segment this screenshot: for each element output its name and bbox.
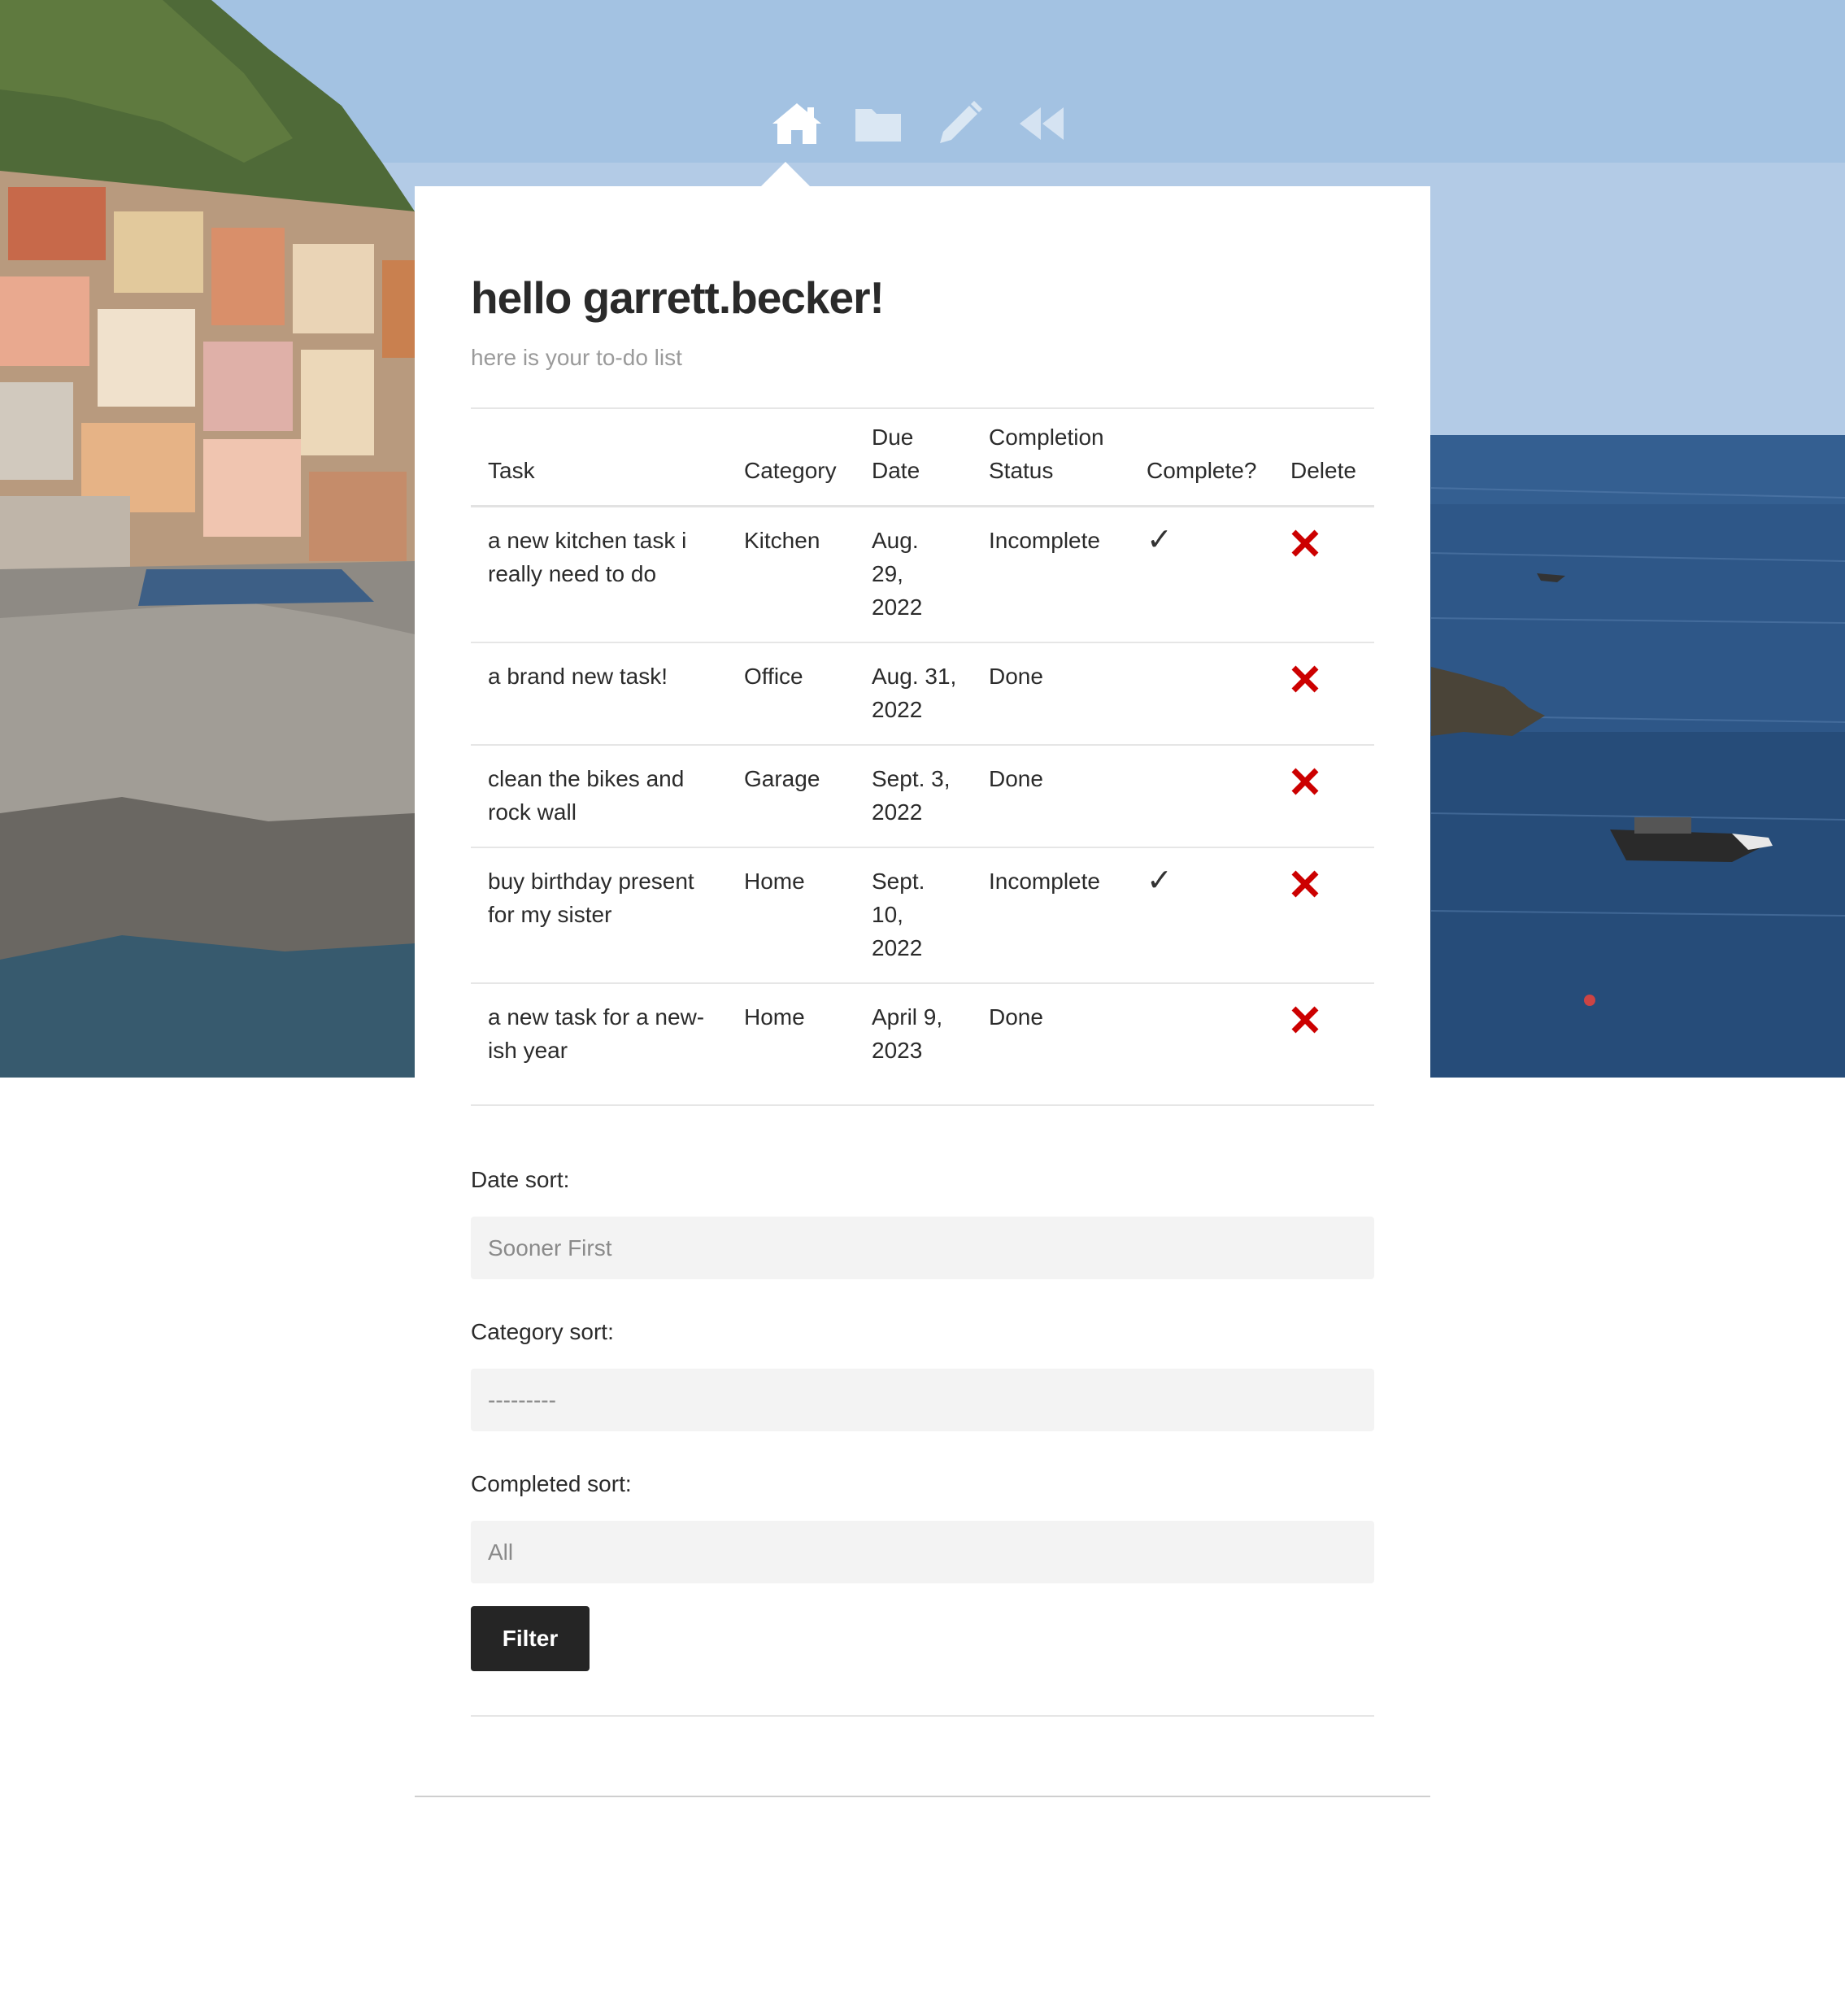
task-cell: a new kitchen task i really need to do — [471, 506, 727, 643]
sort-form: Date sort: Sooner First Category sort: -… — [471, 1166, 1374, 1671]
category-cell: Kitchen — [727, 506, 855, 643]
column-header-complete: Complete? — [1129, 409, 1273, 507]
table-row: buy birthday present for my sister Home … — [471, 847, 1374, 984]
filter-button[interactable]: Filter — [471, 1606, 590, 1671]
checkmark-icon[interactable]: ✓ — [1147, 864, 1173, 898]
column-header-task: Task — [471, 409, 727, 507]
complete-cell — [1129, 983, 1273, 1104]
complete-cell: ✓ — [1129, 847, 1273, 984]
divider — [471, 1104, 1374, 1106]
rewind-icon — [1020, 107, 1064, 140]
due-date-cell: Aug. 29, 2022 — [855, 506, 972, 643]
table-row: a new kitchen task i really need to do K… — [471, 506, 1374, 643]
table-header-row: Task Category Due Date Completion Status… — [471, 409, 1374, 507]
completed-sort-label: Completed sort: — [471, 1471, 632, 1496]
status-cell: Incomplete — [972, 847, 1129, 984]
column-header-completion-status: Completion Status — [972, 409, 1129, 507]
home-icon — [772, 103, 821, 144]
status-cell: Done — [972, 642, 1129, 746]
todo-table: Task Category Due Date Completion Status… — [471, 409, 1374, 1104]
category-cell: Garage — [727, 745, 855, 848]
delete-x-icon[interactable] — [1290, 529, 1320, 558]
delete-cell — [1273, 642, 1374, 746]
task-cell: a new task for a new-ish year — [488, 1004, 705, 1063]
delete-x-icon[interactable] — [1290, 767, 1320, 796]
delete-cell — [1273, 745, 1374, 848]
nav-home[interactable] — [756, 91, 838, 156]
complete-cell: ✓ — [1129, 506, 1273, 643]
category-cell: Home — [727, 847, 855, 984]
delete-cell — [1273, 983, 1374, 1104]
delete-cell — [1273, 506, 1374, 643]
table-row: a new task for a new-ish year Home April… — [471, 983, 1374, 1104]
folder-icon — [855, 109, 901, 142]
column-header-category: Category — [727, 409, 855, 507]
complete-cell — [1129, 642, 1273, 746]
delete-x-icon[interactable] — [1290, 869, 1320, 899]
status-cell: Incomplete — [972, 506, 1129, 643]
delete-cell — [1273, 847, 1374, 984]
pencil-icon — [940, 101, 982, 143]
page-subtitle: here is your to-do list — [471, 345, 682, 370]
page-title: hello garrett.becker! — [471, 272, 885, 323]
delete-x-icon[interactable] — [1290, 664, 1320, 694]
due-date-cell: Sept. 10, 2022 — [855, 847, 972, 984]
category-cell: Office — [727, 642, 855, 746]
status-cell: Done — [989, 1004, 1043, 1030]
category-sort-label: Category sort: — [471, 1319, 614, 1344]
checkmark-icon[interactable]: ✓ — [1147, 524, 1173, 557]
table-row: a brand new task! Office Aug. 31, 2022 D… — [471, 642, 1374, 746]
delete-x-icon[interactable] — [1290, 1005, 1320, 1034]
nav-back[interactable] — [1000, 91, 1081, 156]
nav-folder[interactable] — [838, 91, 919, 156]
task-cell: a brand new task! — [471, 642, 727, 746]
divider — [471, 1715, 1374, 1717]
task-cell: clean the bikes and rock wall — [471, 745, 727, 848]
column-header-due-date: Due Date — [855, 409, 972, 507]
table-row: clean the bikes and rock wall Garage Sep… — [471, 745, 1374, 848]
due-date-cell: April 9, 2023 — [872, 1004, 943, 1063]
active-nav-pointer — [760, 162, 811, 187]
completed-sort-select[interactable]: All — [471, 1521, 1374, 1583]
category-cell: Home — [744, 1004, 805, 1030]
nav-edit[interactable] — [919, 91, 1000, 156]
main-card: hello garrett.becker! here is your to-do… — [415, 186, 1430, 1797]
top-nav — [756, 91, 1081, 156]
due-date-cell: Sept. 3, 2022 — [855, 745, 972, 848]
date-sort-label: Date sort: — [471, 1167, 570, 1192]
date-sort-select[interactable]: Sooner First — [471, 1217, 1374, 1279]
category-sort-select[interactable]: --------- — [471, 1369, 1374, 1431]
complete-cell — [1129, 745, 1273, 848]
due-date-cell: Aug. 31, 2022 — [855, 642, 972, 746]
status-cell: Done — [972, 745, 1129, 848]
column-header-delete: Delete — [1273, 409, 1374, 507]
task-cell: buy birthday present for my sister — [471, 847, 727, 984]
